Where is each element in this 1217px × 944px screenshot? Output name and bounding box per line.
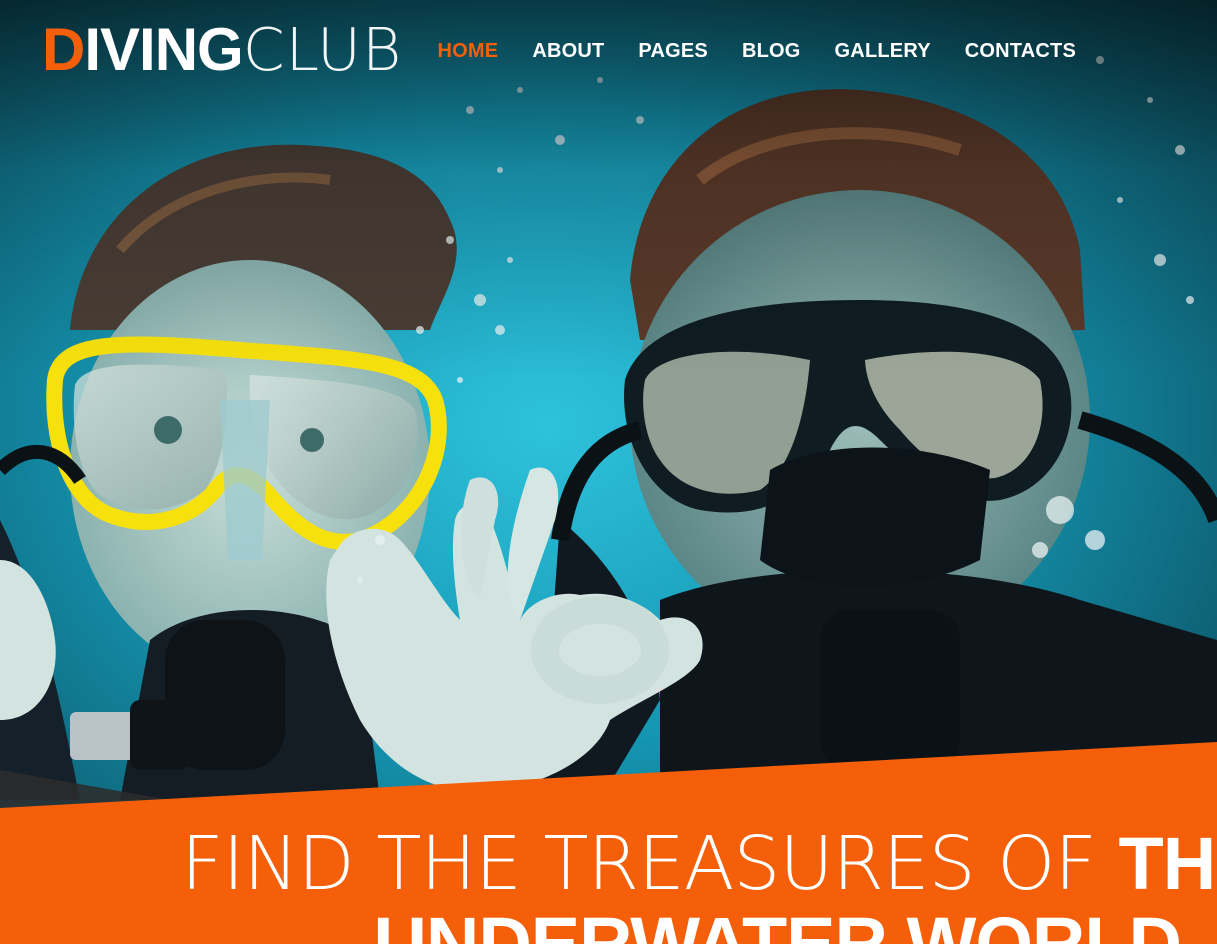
nav-item-contacts: CONTACTS	[948, 36, 1093, 66]
nav-link-contacts[interactable]: CONTACTS	[948, 36, 1093, 66]
hero-headline-light: FIND THE TREASURES OF	[181, 821, 1119, 907]
nav-item-blog: BLOG	[725, 36, 818, 66]
logo-light-text: CLUB	[242, 16, 403, 85]
nav-link-home[interactable]: HOME	[421, 36, 516, 66]
logo-bold-text: IVING	[84, 16, 243, 83]
nav-item-gallery: GALLERY	[818, 36, 948, 66]
nav-link-gallery[interactable]: GALLERY	[818, 36, 948, 66]
nav-link-pages[interactable]: PAGES	[621, 36, 725, 66]
hero-headline-line-2: UNDERWATER WORLD	[373, 902, 1182, 944]
site-header: D IVING CLUB HOME ABOUT PAGES BLOG GALLERY…	[0, 0, 1217, 100]
hero-image	[0, 0, 1217, 944]
logo-accent-letter: D	[42, 16, 85, 83]
hero-headline-line-1: FIND THE TREASURES OF THE	[181, 821, 1217, 907]
page: D IVING CLUB HOME ABOUT PAGES BLOG GALLERY…	[0, 0, 1217, 944]
nav-item-pages: PAGES	[621, 36, 725, 66]
hero-headline-bold: THE	[1118, 822, 1217, 905]
nav-link-blog[interactable]: BLOG	[725, 36, 818, 66]
main-nav: HOME ABOUT PAGES BLOG GALLERY CONTACTS	[421, 36, 1094, 66]
nav-item-home: HOME	[421, 36, 516, 66]
logo-link[interactable]: D IVING CLUB	[42, 16, 403, 85]
nav-item-about: ABOUT	[515, 36, 621, 66]
nav-link-about[interactable]: ABOUT	[515, 36, 621, 66]
